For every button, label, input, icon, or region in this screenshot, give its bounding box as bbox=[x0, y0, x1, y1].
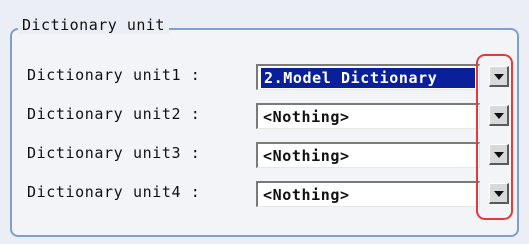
dictionary-unit3-select[interactable]: <Nothing> bbox=[256, 142, 512, 168]
dictionary-unit3-value: <Nothing> bbox=[263, 147, 350, 165]
chevron-down-icon bbox=[494, 74, 504, 80]
dictionary-unit4-row: Dictionary unit4 : <Nothing> bbox=[0, 179, 529, 209]
dictionary-unit3-field[interactable]: <Nothing> bbox=[256, 142, 480, 168]
dictionary-unit1-select[interactable]: 2.Model Dictionary bbox=[256, 64, 512, 90]
dictionary-unit1-dropdown-button[interactable] bbox=[489, 66, 509, 87]
dictionary-unit4-select[interactable]: <Nothing> bbox=[256, 181, 512, 207]
dictionary-unit4-value: <Nothing> bbox=[263, 186, 350, 204]
dictionary-unit4-field[interactable]: <Nothing> bbox=[256, 181, 480, 207]
dictionary-unit1-row: Dictionary unit1 : 2.Model Dictionary bbox=[0, 62, 529, 92]
dictionary-unit3-dropdown-button[interactable] bbox=[489, 144, 509, 165]
dictionary-unit1-value: 2.Model Dictionary bbox=[261, 68, 475, 88]
dictionary-unit1-label: Dictionary unit1 : bbox=[27, 66, 201, 84]
dictionary-unit1-field[interactable]: 2.Model Dictionary bbox=[256, 64, 480, 90]
dictionary-unit2-label: Dictionary unit2 : bbox=[27, 105, 201, 123]
chevron-down-icon bbox=[494, 152, 504, 158]
group-title: Dictionary unit bbox=[18, 16, 169, 34]
dictionary-unit4-label: Dictionary unit4 : bbox=[27, 183, 201, 201]
dictionary-unit2-dropdown-button[interactable] bbox=[489, 105, 509, 126]
dictionary-unit2-value: <Nothing> bbox=[263, 108, 350, 126]
dictionary-unit2-row: Dictionary unit2 : <Nothing> bbox=[0, 101, 529, 131]
dictionary-unit3-label: Dictionary unit3 : bbox=[27, 144, 201, 162]
dictionary-unit2-select[interactable]: <Nothing> bbox=[256, 103, 512, 129]
dictionary-unit2-field[interactable]: <Nothing> bbox=[256, 103, 480, 129]
chevron-down-icon bbox=[494, 191, 504, 197]
dictionary-unit3-row: Dictionary unit3 : <Nothing> bbox=[0, 140, 529, 170]
dictionary-unit4-dropdown-button[interactable] bbox=[489, 183, 509, 204]
dictionary-unit-panel: Dictionary unit Dictionary unit1 : 2.Mod… bbox=[0, 0, 529, 244]
chevron-down-icon bbox=[494, 113, 504, 119]
